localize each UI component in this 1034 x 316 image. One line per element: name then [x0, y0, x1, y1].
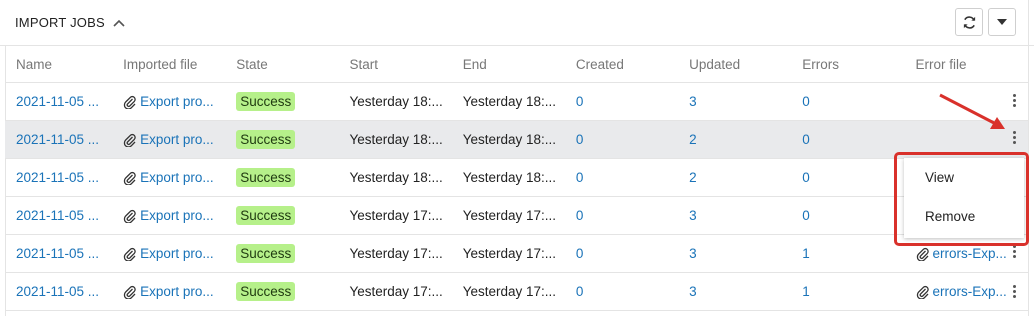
imported-file-name: Export pro...: [140, 284, 214, 299]
start-time: Yesterday 17:...: [338, 234, 452, 273]
updated-count[interactable]: 3: [689, 246, 697, 261]
paperclip-icon: [123, 247, 136, 261]
imported-file-name: Export pro...: [140, 132, 214, 147]
column-header-end[interactable]: End: [451, 46, 565, 83]
table-row: 2021-11-05 ... Export pro... Success Yes…: [5, 234, 1028, 273]
errors-count[interactable]: 0: [802, 94, 810, 109]
column-header-errors[interactable]: Errors: [791, 46, 905, 83]
paperclip-icon: [916, 247, 929, 261]
import-jobs-table: Name Imported file State Start End Creat…: [5, 46, 1028, 311]
column-header-name[interactable]: Name: [5, 46, 113, 83]
table-row: 2021-11-05 ... Export pro... Success Yes…: [5, 272, 1028, 311]
job-name-link[interactable]: 2021-11-05 ...: [16, 94, 99, 109]
column-header-error-file[interactable]: Error file: [904, 46, 1028, 83]
errors-count[interactable]: 1: [802, 284, 810, 299]
column-header-updated[interactable]: Updated: [678, 46, 792, 83]
panel-header: IMPORT JOBS: [0, 0, 1034, 46]
paperclip-icon: [123, 133, 136, 147]
imported-file-name: Export pro...: [140, 94, 214, 109]
error-file-name: errors-Exp...: [932, 246, 1007, 261]
imported-file-name: Export pro...: [140, 170, 214, 185]
status-badge: Success: [236, 282, 296, 301]
status-badge: Success: [236, 92, 296, 111]
errors-count[interactable]: 1: [802, 246, 810, 261]
paperclip-icon: [123, 209, 136, 223]
more-options-button[interactable]: [988, 8, 1016, 36]
job-name-link[interactable]: 2021-11-05 ...: [16, 246, 99, 261]
panel-title[interactable]: IMPORT JOBS: [15, 15, 125, 30]
refresh-icon: [963, 15, 975, 29]
start-time: Yesterday 18:...: [338, 158, 452, 197]
imported-file-name: Export pro...: [140, 246, 214, 261]
updated-count[interactable]: 2: [689, 170, 697, 185]
table-row: 2021-11-05 ... Export pro... Success Yes…: [5, 120, 1028, 159]
updated-count[interactable]: 2: [689, 132, 697, 147]
status-badge: Success: [236, 130, 296, 149]
start-time: Yesterday 18:...: [338, 120, 452, 159]
end-time: Yesterday 17:...: [451, 234, 565, 273]
paperclip-icon: [123, 171, 136, 185]
paperclip-icon: [123, 95, 136, 109]
imported-file-name: Export pro...: [140, 208, 214, 223]
table-header-row: Name Imported file State Start End Creat…: [5, 46, 1028, 83]
created-count[interactable]: 0: [576, 246, 584, 261]
column-header-imported-file[interactable]: Imported file: [112, 46, 226, 83]
status-badge: Success: [236, 206, 296, 225]
paperclip-icon: [916, 285, 929, 299]
status-badge: Success: [236, 168, 296, 187]
start-time: Yesterday 17:...: [338, 272, 452, 311]
created-count[interactable]: 0: [576, 132, 584, 147]
imported-file-link[interactable]: Export pro...: [123, 94, 225, 109]
column-header-state[interactable]: State: [225, 46, 339, 83]
created-count[interactable]: 0: [576, 208, 584, 223]
created-count[interactable]: 0: [576, 170, 584, 185]
paperclip-icon: [123, 285, 136, 299]
created-count[interactable]: 0: [576, 284, 584, 299]
imported-file-link[interactable]: Export pro...: [123, 246, 225, 261]
end-time: Yesterday 18:...: [451, 82, 565, 121]
table-row: 2021-11-05 ... Export pro... Success Yes…: [5, 196, 1028, 235]
created-count[interactable]: 0: [576, 94, 584, 109]
row-menu-kebab-icon[interactable]: [1008, 282, 1020, 300]
imported-file-link[interactable]: Export pro...: [123, 284, 225, 299]
column-header-created[interactable]: Created: [564, 46, 679, 83]
row-menu-kebab-icon[interactable]: [1008, 128, 1020, 146]
job-name-link[interactable]: 2021-11-05 ...: [16, 284, 99, 299]
end-time: Yesterday 18:...: [451, 158, 565, 197]
refresh-button[interactable]: [955, 8, 983, 36]
imported-file-link[interactable]: Export pro...: [123, 208, 225, 223]
annotation-highlight-box: [894, 152, 1029, 246]
end-time: Yesterday 17:...: [451, 196, 565, 235]
errors-count[interactable]: 0: [802, 132, 810, 147]
table-row: 2021-11-05 ... Export pro... Success Yes…: [5, 158, 1028, 197]
end-time: Yesterday 18:...: [451, 120, 565, 159]
end-time: Yesterday 17:...: [451, 272, 565, 311]
job-name-link[interactable]: 2021-11-05 ...: [16, 170, 99, 185]
column-header-start[interactable]: Start: [338, 46, 452, 83]
errors-count[interactable]: 0: [802, 208, 810, 223]
errors-count[interactable]: 0: [802, 170, 810, 185]
error-file-name: errors-Exp...: [932, 284, 1007, 299]
panel-title-text: IMPORT JOBS: [15, 15, 105, 30]
job-name-link[interactable]: 2021-11-05 ...: [16, 208, 99, 223]
imported-file-link[interactable]: Export pro...: [123, 132, 225, 147]
table-row: 2021-11-05 ... Export pro... Success Yes…: [5, 82, 1028, 121]
row-menu-kebab-icon[interactable]: [1008, 91, 1020, 109]
chevron-up-icon[interactable]: [113, 19, 125, 27]
start-time: Yesterday 18:...: [338, 82, 452, 121]
updated-count[interactable]: 3: [689, 94, 697, 109]
status-badge: Success: [236, 244, 296, 263]
updated-count[interactable]: 3: [689, 208, 697, 223]
imported-file-link[interactable]: Export pro...: [123, 170, 225, 185]
updated-count[interactable]: 3: [689, 284, 697, 299]
caret-down-icon: [997, 19, 1007, 25]
start-time: Yesterday 17:...: [338, 196, 452, 235]
job-name-link[interactable]: 2021-11-05 ...: [16, 132, 99, 147]
